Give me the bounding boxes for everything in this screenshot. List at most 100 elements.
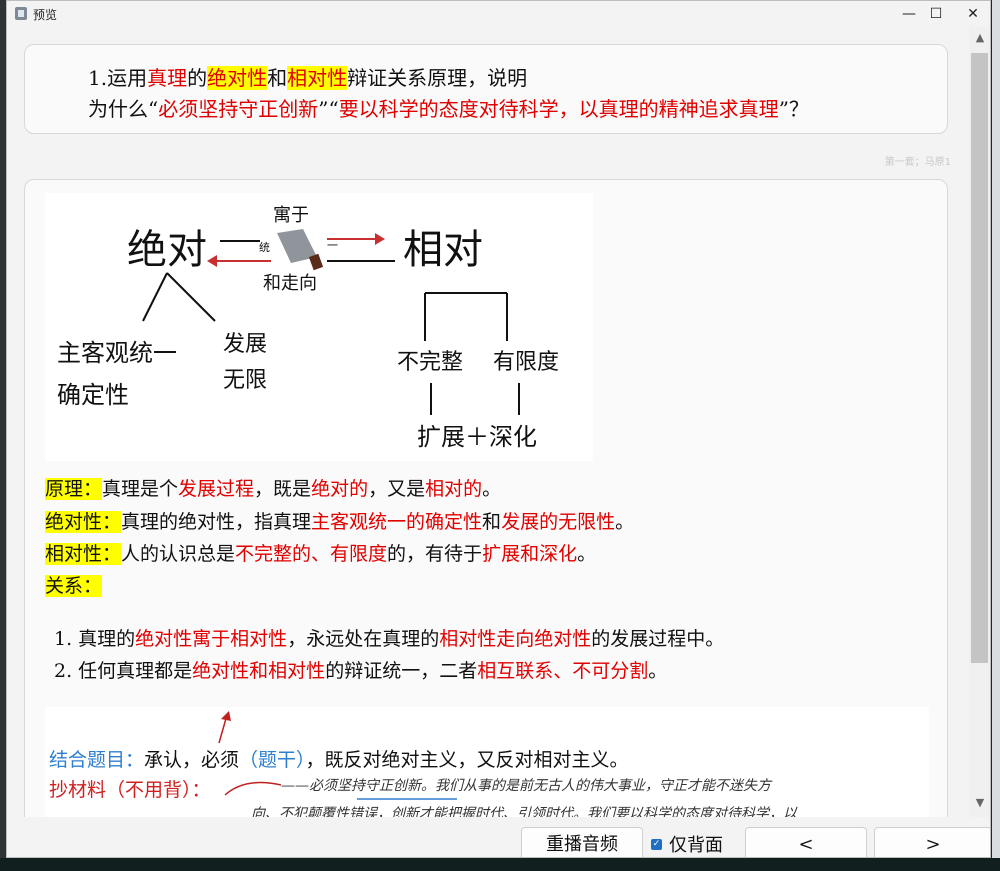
note-tong: 统 [259,241,270,254]
relative-label: 相对性： [45,543,122,565]
scroll-up-icon[interactable]: ▲ [973,31,987,45]
window-title: 预览 [33,8,58,22]
combine-paren: （题干） [239,749,306,771]
handwritten-note-image: 绝对 相对 寓于 统 一 和走向 主客观统一 确定性 发展 无限 不完整 有限度… [45,193,593,461]
relation-label: 关系： [45,575,103,597]
back-only-label[interactable]: 仅背面 [669,831,723,857]
annotation-arrow-curve [224,781,282,796]
relation-text: 。 [648,660,668,682]
answer-keyword: 发展的无限性 [501,511,616,533]
note-contains: 寓于 [273,205,309,226]
title-bar: 预览 — ☐ ✕ [7,1,990,27]
question-line-2: 为什么“必须坚持守正创新”“要以科学的态度对待科学，以真理的精神追求真理”？ [88,93,809,122]
question-text: 的 [187,66,208,90]
next-button[interactable]: > [874,827,990,857]
relative-line: 相对性：人的认识总是不完整的、有限度的，有待于扩展和深化。 [45,539,596,566]
absolute-line: 绝对性：真理的绝对性，指真理主客观统一的确定性和发展的无限性。 [45,507,634,534]
note-incomplete: 不完整 [397,350,463,375]
relation-text: 的辩证统一，二者 [325,660,478,682]
relation-item: 1. 真理的绝对性寓于相对性，永远处在真理的相对性走向绝对性的发展过程中。 [54,624,724,651]
note-relative: 相对 [403,227,483,273]
question-text: ”？ [778,97,809,121]
combine-text: ，既反对绝对主义，又反对相对主义。 [305,749,629,771]
note-infinite: 无限 [223,368,267,393]
answer-text: 。 [577,543,597,565]
note-yi: 一 [327,239,338,252]
scrollbar-thumb[interactable] [971,53,988,663]
question-text: 辩证关系原理，说明 [347,66,528,90]
note-certainty: 确定性 [57,381,129,409]
answer-text: 和 [482,511,502,533]
answer-text: 人的认识总是 [121,543,236,565]
scroll-down-icon[interactable]: ▼ [973,796,987,810]
question-highlight: 绝对性 [207,66,268,90]
relation-keyword: 绝对性寓于相对性 [135,628,288,650]
answer-keyword: 扩展和深化 [482,543,578,565]
note-limited: 有限度 [493,350,559,375]
note-subj-obj: 主客观统一 [57,339,177,367]
question-highlight: 要以科学的态度对待科学，以真理的精神追求真理 [338,97,779,121]
relation-keyword: 相对性走向绝对性 [439,628,592,650]
arrow-head-right [375,233,385,245]
close-icon[interactable]: ✕ [955,1,990,27]
relation-keyword: 绝对性和相对性 [192,660,326,682]
answer-text: 。 [482,478,502,500]
maximize-icon[interactable]: ☐ [918,1,954,27]
source-material-image: 结合题目：承认，必须（题干），既反对绝对主义，又反对相对主义。 抄材料（不用背）… [45,707,929,817]
branch-left-a [142,272,168,322]
relation-text: ，永远处在真理的 [287,628,440,650]
branch-left-b [166,272,216,322]
card-meta-label: 第一套；马原1 [884,157,951,168]
principle-label: 原理： [45,478,103,500]
desktop-right-edge [992,0,1000,860]
principle-line: 原理：真理是个发展过程，既是绝对的，又是相对的。 [45,474,501,501]
relation-item: 2. 任何真理都是绝对性和相对性的辩证统一，二者相互联系、不可分割。 [54,656,667,683]
question-line-1: 1.运用真理的绝对性和相对性辩证关系原理，说明 [88,62,527,91]
prev-button[interactable]: < [745,827,867,857]
replay-audio-button[interactable]: 重播音频 [521,827,643,857]
question-highlight: 真理 [147,66,188,90]
answer-text: 。 [615,511,635,533]
card-content: 1.运用真理的绝对性和相对性辩证关系原理，说明 为什么“必须坚持守正创新”“要以… [7,27,969,817]
copy-label: 抄材料（不用背）： [49,779,211,801]
note-development: 发展 [223,332,267,357]
combine-line: 结合题目：承认，必须（题干），既反对绝对主义，又反对相对主义。 [49,745,629,772]
answer-text: ，又是 [368,478,426,500]
question-text: 和 [267,66,288,90]
quote-line: 向、不犯颠覆性错误，创新才能把握时代、引领时代。我们要以科学的态度对待科学，以 [251,806,797,817]
annotation-arrow-head [221,711,231,721]
note-expand: 扩展＋深化 [417,423,537,451]
answer-keyword: 相对的 [425,478,483,500]
answer-keyword: 发展过程 [178,478,255,500]
answer-text: 真理的绝对性，指真理 [121,511,312,533]
question-highlight: 必须坚持守正创新 [158,97,319,121]
relation-text: 1. 真理的 [54,628,136,650]
arrow-head-left [207,255,217,267]
taskbar [0,858,1000,871]
absolute-label: 绝对性： [45,511,122,533]
question-text: 为什么“ [88,97,159,121]
relation-text: 的发展过程中。 [591,628,725,650]
combine-label: 结合题目： [49,749,145,771]
question-text: 1.运用 [88,66,148,90]
note-toward: 和走向 [263,273,317,294]
relation-line: 关系： [45,571,103,598]
preview-window: 预览 — ☐ ✕ 1.运用真理的绝对性和相对性辩证关系原理，说明 为什么“必须坚… [6,0,991,858]
note-absolute: 绝对 [127,227,207,273]
answer-keyword: 绝对的 [311,478,369,500]
app-icon [15,7,27,20]
back-only-checkbox[interactable]: ✓ [651,839,662,850]
relation-text: 2. 任何真理都是 [54,660,193,682]
answer-text: 的，有待于 [387,543,483,565]
question-text: ”“ [318,97,339,121]
answer-keyword: 主客观统一的确定性 [311,511,483,533]
quote-line: ——必须坚持守正创新。我们从事的是前无古人的伟大事业，守正才能不迷失方 [281,778,771,794]
knife-icon [277,229,324,271]
answer-text: ，既是 [254,478,312,500]
combine-text: 承认，必须 [144,749,240,771]
answer-keyword: 不完整的、有限度 [235,543,388,565]
question-card: 1.运用真理的绝对性和相对性辩证关系原理，说明 为什么“必须坚持守正创新”“要以… [24,44,948,134]
question-highlight: 相对性 [287,66,348,90]
answer-text: 真理是个 [102,478,179,500]
relation-keyword: 相互联系、不可分割 [477,660,649,682]
